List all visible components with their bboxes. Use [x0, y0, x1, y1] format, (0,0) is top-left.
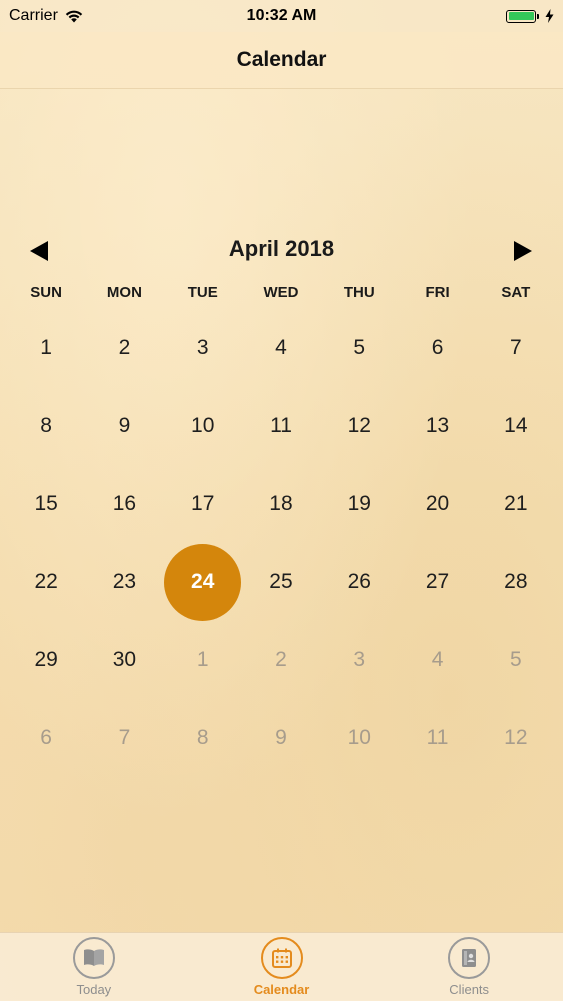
calendar-day[interactable]: 12	[320, 387, 398, 465]
calendar-day[interactable]: 25	[242, 543, 320, 621]
tab-today[interactable]: Today	[0, 933, 188, 1001]
calendar-day-other-month[interactable]: 7	[85, 699, 163, 777]
weekday-label: FRI	[425, 284, 450, 301]
calendar-day[interactable]: 1	[7, 309, 85, 387]
calendar-week-row: 29 30 1 2 3 4 5	[7, 621, 555, 699]
calendar-day[interactable]: 11	[242, 387, 320, 465]
calendar-day-other-month[interactable]: 5	[477, 621, 555, 699]
calendar-day[interactable]: 22	[7, 543, 85, 621]
calendar-day-other-month[interactable]: 8	[164, 699, 242, 777]
calendar-day[interactable]: 10	[164, 387, 242, 465]
calendar-week-row: 6 7 8 9 10 11 12	[7, 699, 555, 777]
calendar-day[interactable]: 4	[242, 309, 320, 387]
calendar-day-other-month[interactable]: 2	[242, 621, 320, 699]
calendar-day[interactable]: 30	[85, 621, 163, 699]
calendar-day-other-month[interactable]: 10	[320, 699, 398, 777]
tab-label: Calendar	[253, 982, 310, 997]
calendar-day[interactable]: 16	[85, 465, 163, 543]
triangle-right-icon	[514, 241, 532, 261]
calendar-day-other-month[interactable]: 9	[242, 699, 320, 777]
calendar-day-other-month[interactable]: 12	[477, 699, 555, 777]
weekday-label: SAT	[501, 284, 531, 301]
calendar-day[interactable]: 3	[164, 309, 242, 387]
calendar-day-selected[interactable]: 24	[164, 543, 242, 621]
calendar-day[interactable]: 2	[85, 309, 163, 387]
book-icon	[72, 937, 115, 979]
calendar-header: April 2018	[0, 230, 563, 270]
next-month-button[interactable]	[508, 236, 538, 266]
weekday-label: TUE	[187, 284, 218, 301]
calendar-day[interactable]: 19	[320, 465, 398, 543]
tab-calendar[interactable]: Calendar	[188, 933, 376, 1001]
calendar-grid: 1 2 3 4 5 6 7 8 9 10 11 12 13 14 15 16 1…	[7, 309, 555, 777]
calendar-day[interactable]: 13	[398, 387, 476, 465]
tab-clients[interactable]: Clients	[375, 933, 563, 1001]
calendar-week-row: 15 16 17 18 19 20 21	[7, 465, 555, 543]
calendar-day[interactable]: 20	[398, 465, 476, 543]
calendar-day-other-month[interactable]: 6	[7, 699, 85, 777]
status-bar: Carrier 10:32 AM	[0, 0, 563, 32]
weekday-header-row: SUN MON TUE WED THU FRI SAT	[7, 284, 555, 301]
calendar-day[interactable]: 18	[242, 465, 320, 543]
calendar-day[interactable]: 29	[7, 621, 85, 699]
calendar-day[interactable]: 8	[7, 387, 85, 465]
tab-label: Clients	[449, 982, 490, 997]
weekday-label: SUN	[30, 284, 62, 301]
calendar-day-other-month[interactable]: 11	[398, 699, 476, 777]
status-time: 10:32 AM	[246, 7, 317, 24]
battery-icon	[506, 9, 539, 23]
calendar-day[interactable]: 15	[7, 465, 85, 543]
contacts-icon	[448, 937, 491, 979]
page-title: Calendar	[236, 48, 327, 71]
calendar-day[interactable]: 27	[398, 543, 476, 621]
calendar-day-other-month[interactable]: 3	[320, 621, 398, 699]
calendar-day[interactable]: 6	[398, 309, 476, 387]
navigation-bar: Calendar	[0, 32, 563, 89]
weekday-label: THU	[343, 284, 375, 301]
calendar-week-row: 22 23 24 25 26 27 28	[7, 543, 555, 621]
calendar-day[interactable]: 21	[477, 465, 555, 543]
calendar-day[interactable]: 5	[320, 309, 398, 387]
calendar-day[interactable]: 14	[477, 387, 555, 465]
calendar-day[interactable]: 26	[320, 543, 398, 621]
calendar-day[interactable]: 9	[85, 387, 163, 465]
calendar-day-other-month[interactable]: 1	[164, 621, 242, 699]
calendar-week-row: 8 9 10 11 12 13 14	[7, 387, 555, 465]
tab-label: Today	[76, 982, 112, 997]
calendar-day[interactable]: 7	[477, 309, 555, 387]
calendar-day[interactable]: 23	[85, 543, 163, 621]
calendar-day[interactable]: 28	[477, 543, 555, 621]
calendar-day-other-month[interactable]: 4	[398, 621, 476, 699]
tab-bar: Today Calendar Clients	[0, 932, 563, 1001]
month-title: April 2018	[228, 236, 335, 261]
calendar-icon	[260, 937, 303, 979]
weekday-label: MON	[106, 284, 142, 301]
weekday-label: WED	[263, 284, 299, 301]
calendar-day[interactable]: 17	[164, 465, 242, 543]
calendar-week-row: 1 2 3 4 5 6 7	[7, 309, 555, 387]
